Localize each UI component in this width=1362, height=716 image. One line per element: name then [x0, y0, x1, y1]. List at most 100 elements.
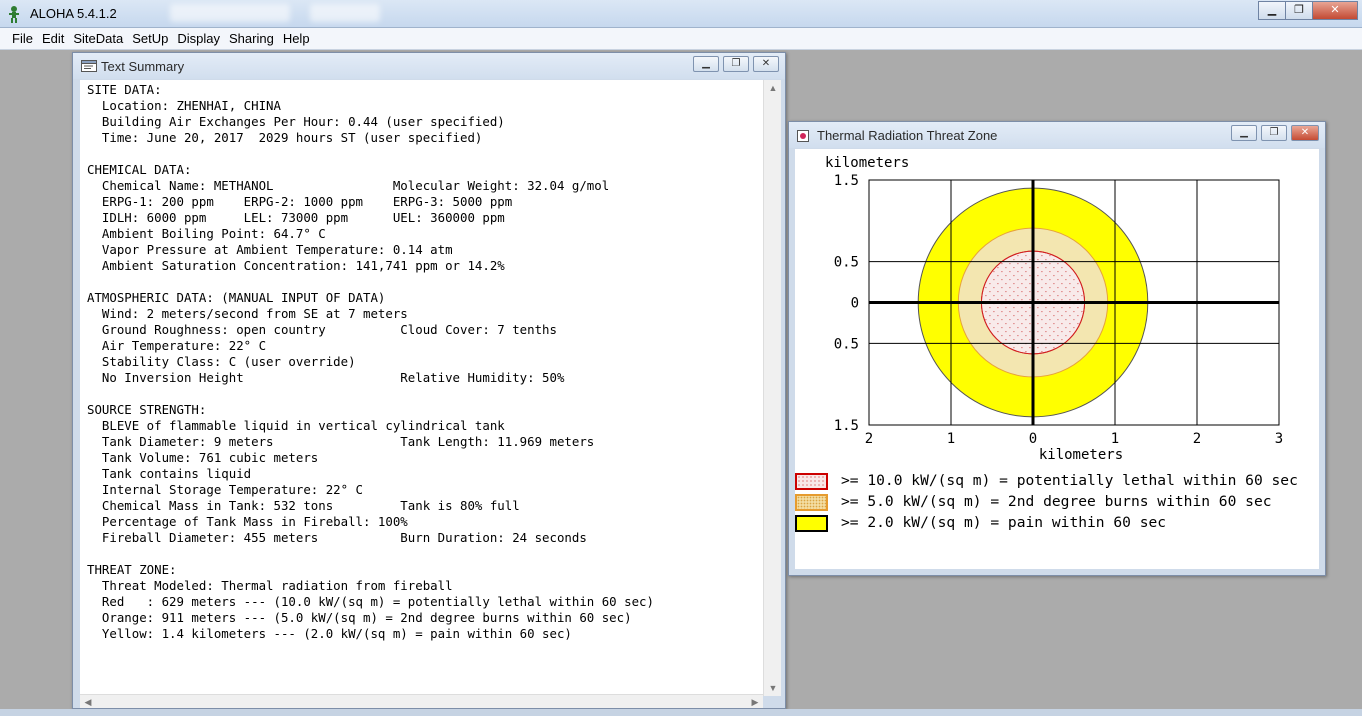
- blurred-region: [310, 4, 380, 22]
- red-zone-stipple: [1025, 311, 1027, 313]
- summary-line: Percentage of Tank Mass in Fireball: 100…: [87, 514, 408, 529]
- summary-line: Yellow: 1.4 kilometers --- (2.0 kW/(sq m…: [87, 626, 572, 641]
- summary-line: Tank Volume: 761 cubic meters: [87, 450, 319, 465]
- red-zone-stipple: [1013, 331, 1015, 333]
- text-window-icon: [81, 60, 97, 72]
- red-zone-stipple: [1025, 255, 1027, 257]
- close-button[interactable]: ✕: [753, 56, 779, 72]
- legend-swatch: [795, 515, 828, 532]
- red-zone-stipple: [1053, 291, 1055, 293]
- red-zone-stipple: [1013, 283, 1015, 285]
- red-zone-stipple: [1037, 331, 1039, 333]
- red-zone-stipple: [1069, 323, 1071, 325]
- close-button[interactable]: ✕: [1312, 1, 1358, 20]
- red-zone-stipple: [997, 299, 999, 301]
- red-zone-stipple: [1073, 327, 1075, 329]
- summary-line: Orange: 911 meters --- (5.0 kW/(sq m) = …: [87, 610, 632, 625]
- red-zone-stipple: [1029, 259, 1031, 261]
- red-zone-stipple: [1057, 335, 1059, 337]
- text-summary-title: Text Summary: [101, 59, 185, 74]
- red-zone-stipple: [1069, 299, 1071, 301]
- red-zone-stipple: [989, 299, 991, 301]
- red-zone-stipple: [1009, 279, 1011, 281]
- red-zone-stipple: [1061, 299, 1063, 301]
- red-zone-stipple: [989, 291, 991, 293]
- red-zone-stipple: [1029, 283, 1031, 285]
- red-zone-stipple: [1045, 307, 1047, 309]
- restore-button[interactable]: ❐: [1285, 1, 1313, 20]
- y-tick-label: 1.5: [834, 173, 859, 189]
- red-zone-stipple: [1045, 323, 1047, 325]
- red-zone-stipple: [1001, 327, 1003, 329]
- red-zone-stipple: [993, 311, 995, 313]
- red-zone-stipple: [1013, 259, 1015, 261]
- red-zone-stipple: [1017, 271, 1019, 273]
- text-summary-titlebar[interactable]: Text Summary ▁ ❐ ✕: [73, 53, 785, 79]
- x-tick-label: 2: [865, 431, 873, 447]
- red-zone-stipple: [1069, 283, 1071, 285]
- red-zone-stipple: [997, 315, 999, 317]
- red-zone-stipple: [1025, 335, 1027, 337]
- scroll-right-arrow-icon[interactable]: ▶: [747, 695, 763, 709]
- red-zone-stipple: [1013, 291, 1015, 293]
- red-zone-stipple: [1057, 311, 1059, 313]
- red-zone-stipple: [1045, 259, 1047, 261]
- restore-button[interactable]: ❐: [723, 56, 749, 72]
- red-zone-stipple: [1029, 299, 1031, 301]
- minimize-button[interactable]: ▁: [693, 56, 719, 72]
- summary-line: Ambient Saturation Concentration: 141,74…: [87, 258, 505, 273]
- summary-line: Internal Storage Temperature: 22° C: [87, 482, 364, 497]
- red-zone-stipple: [1009, 311, 1011, 313]
- red-zone-stipple: [1073, 279, 1075, 281]
- red-zone-stipple: [1073, 295, 1075, 297]
- minimize-button[interactable]: ▁: [1231, 125, 1257, 141]
- summary-line: Tank Diameter: 9 meters Tank Length: 11.…: [87, 434, 595, 449]
- red-zone-stipple: [1065, 271, 1067, 273]
- red-zone-stipple: [1037, 283, 1039, 285]
- menu-sharing[interactable]: Sharing: [225, 31, 278, 46]
- close-button[interactable]: ✕: [1291, 125, 1319, 141]
- menu-file[interactable]: File: [8, 31, 37, 46]
- minimize-button[interactable]: ▁: [1258, 1, 1286, 20]
- red-zone-stipple: [1001, 279, 1003, 281]
- red-zone-stipple: [1025, 263, 1027, 265]
- summary-line: SITE DATA:: [87, 82, 162, 97]
- threat-zone-titlebar[interactable]: Thermal Radiation Threat Zone ▁ ❐ ✕: [789, 122, 1325, 148]
- menu-sitedata[interactable]: SiteData: [69, 31, 127, 46]
- red-zone-stipple: [1029, 323, 1031, 325]
- red-zone-stipple: [1021, 339, 1023, 341]
- scroll-up-arrow-icon[interactable]: ▲: [764, 80, 782, 96]
- red-zone-stipple: [1001, 287, 1003, 289]
- text-summary-window: Text Summary ▁ ❐ ✕ SITE DATA: Location: …: [72, 52, 786, 709]
- red-zone-stipple: [997, 307, 999, 309]
- x-tick-label: 2: [1193, 431, 1201, 447]
- red-zone-stipple: [1049, 287, 1051, 289]
- menu-help[interactable]: Help: [279, 31, 314, 46]
- threat-zone-title: Thermal Radiation Threat Zone: [817, 128, 998, 143]
- summary-line: CHEMICAL DATA:: [87, 162, 192, 177]
- red-zone-stipple: [1005, 291, 1007, 293]
- red-zone-stipple: [1053, 259, 1055, 261]
- red-zone-stipple: [1053, 267, 1055, 269]
- red-zone-stipple: [1029, 267, 1031, 269]
- red-zone-stipple: [1021, 323, 1023, 325]
- scroll-down-arrow-icon[interactable]: ▼: [764, 680, 782, 696]
- red-zone-stipple: [1061, 283, 1063, 285]
- vertical-scrollbar[interactable]: ▲ ▼: [763, 80, 781, 696]
- red-zone-stipple: [1025, 319, 1027, 321]
- menu-setup[interactable]: SetUp: [128, 31, 172, 46]
- summary-line: ATMOSPHERIC DATA: (MANUAL INPUT OF DATA): [87, 290, 386, 305]
- menu-edit[interactable]: Edit: [38, 31, 68, 46]
- restore-button[interactable]: ❐: [1261, 125, 1287, 141]
- menu-display[interactable]: Display: [173, 31, 224, 46]
- red-zone-stipple: [1029, 291, 1031, 293]
- red-zone-stipple: [1017, 319, 1019, 321]
- red-zone-stipple: [1041, 311, 1043, 313]
- red-zone-stipple: [1053, 323, 1055, 325]
- red-zone-stipple: [1013, 307, 1015, 309]
- scroll-left-arrow-icon[interactable]: ◀: [80, 695, 96, 709]
- y-tick-label: 1.5: [834, 418, 859, 434]
- red-zone-stipple: [1061, 267, 1063, 269]
- horizontal-scrollbar[interactable]: ◀ ▶: [80, 694, 763, 708]
- red-zone-stipple: [993, 295, 995, 297]
